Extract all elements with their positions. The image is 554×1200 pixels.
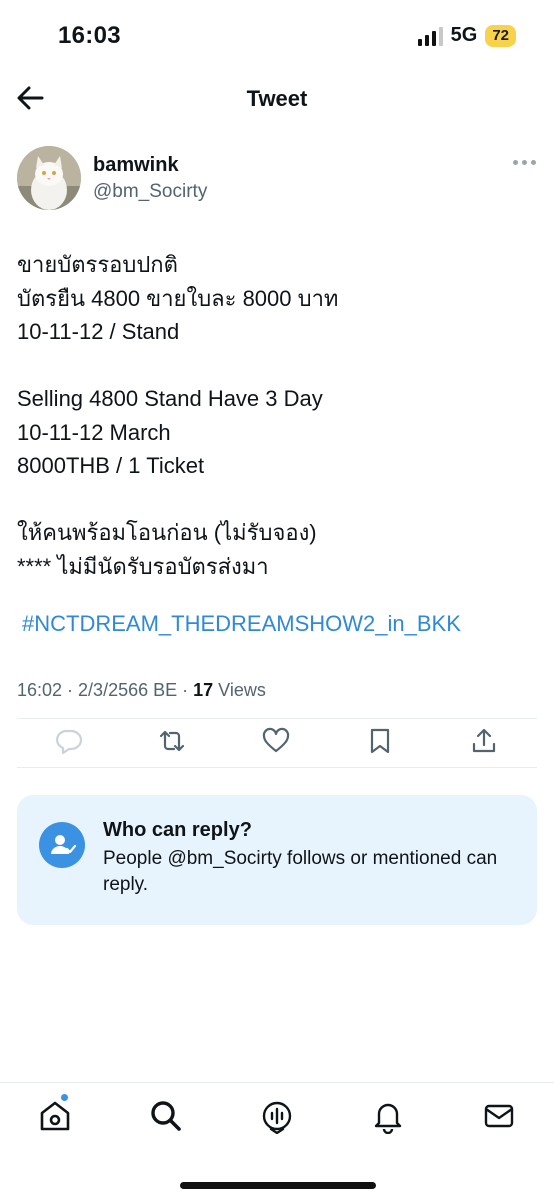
- author-name[interactable]: bamwink: [93, 154, 179, 177]
- reply-restriction-icon: [39, 822, 85, 868]
- share-button[interactable]: [469, 726, 499, 756]
- more-options-button[interactable]: [513, 160, 536, 165]
- tab-messages[interactable]: [481, 1098, 517, 1134]
- search-icon: [151, 1101, 181, 1131]
- views-label: Views: [213, 680, 266, 700]
- tabbar-divider: [0, 1082, 554, 1083]
- tweet-line: 10-11-12 March: [17, 419, 171, 445]
- reply-button[interactable]: [53, 726, 83, 756]
- status-time: 16:03: [58, 22, 121, 49]
- tweet-meta: 16:02 · 2/3/2566 BE · 17 Views: [17, 680, 266, 701]
- tweet-line: **** ไม่มีนัดรับรอบัตรส่งมา: [17, 553, 269, 579]
- battery-badge: 72: [485, 24, 516, 47]
- mail-icon: [484, 1104, 514, 1128]
- signal-icon: [417, 26, 443, 46]
- tweet-line: ให้คนพร้อมโอนก่อน (ไม่รับจอง): [17, 520, 317, 545]
- like-button[interactable]: [261, 726, 291, 756]
- reply-icon: [56, 729, 83, 755]
- bell-icon: [374, 1103, 402, 1135]
- avatar[interactable]: [17, 146, 81, 210]
- home-icon: [40, 1101, 70, 1131]
- tweet-line: ขายบัตรรอบปกติ: [17, 252, 178, 277]
- tab-notifications[interactable]: [370, 1098, 406, 1135]
- share-icon: [472, 728, 496, 753]
- divider: [17, 718, 537, 719]
- tab-search[interactable]: [148, 1098, 184, 1134]
- author-handle[interactable]: @bm_Socirty: [93, 181, 207, 203]
- tweet-line: บัตรยืน 4800 ขายใบละ 8000 บาท: [17, 285, 339, 311]
- more-horizontal-icon: [513, 160, 518, 165]
- hashtag-link[interactable]: #NCTDREAM_THEDREAMSHOW2_in_BKK: [22, 611, 461, 637]
- who-can-reply-card: Who can reply? People @bm_Socirty follow…: [17, 795, 537, 925]
- tweet-line: Selling 4800 Stand Have 3 Day: [17, 386, 323, 411]
- tweet-line: 10-11-12 / Stand: [17, 319, 180, 344]
- bookmark-button[interactable]: [365, 726, 395, 756]
- cat-avatar-image: [17, 146, 81, 210]
- network-label: 5G: [450, 24, 478, 46]
- heart-icon: [262, 727, 290, 753]
- retweet-button[interactable]: [157, 726, 187, 756]
- tab-spaces[interactable]: [259, 1098, 295, 1135]
- status-indicators: 5G 72: [417, 24, 516, 47]
- tweet-timestamp: 16:02 · 2/3/2566 BE ·: [17, 680, 194, 700]
- spaces-icon: [262, 1101, 292, 1135]
- page-title: Tweet: [246, 86, 308, 111]
- who-can-reply-text: People @bm_Socirty follows or mentioned …: [103, 848, 498, 895]
- tweet-detail-screen: 16:03 5G 72 Tweet bamwink @bm_Socirty ขา…: [0, 0, 554, 1200]
- home-notification-dot: [60, 1093, 69, 1102]
- tweet-line: 8000THB / 1 Ticket: [17, 453, 205, 478]
- who-can-reply-title: Who can reply?: [103, 819, 252, 841]
- tab-home[interactable]: [37, 1098, 73, 1134]
- home-indicator[interactable]: [180, 1182, 376, 1189]
- views-count[interactable]: 17: [193, 680, 213, 700]
- bookmark-icon: [370, 728, 390, 754]
- tweet-text: ขายบัตรรอบปกติ บัตรยืน 4800 ขายใบละ 8000…: [17, 248, 537, 583]
- divider: [17, 767, 537, 768]
- retweet-icon: [159, 730, 185, 752]
- tweet-actions: [17, 726, 537, 756]
